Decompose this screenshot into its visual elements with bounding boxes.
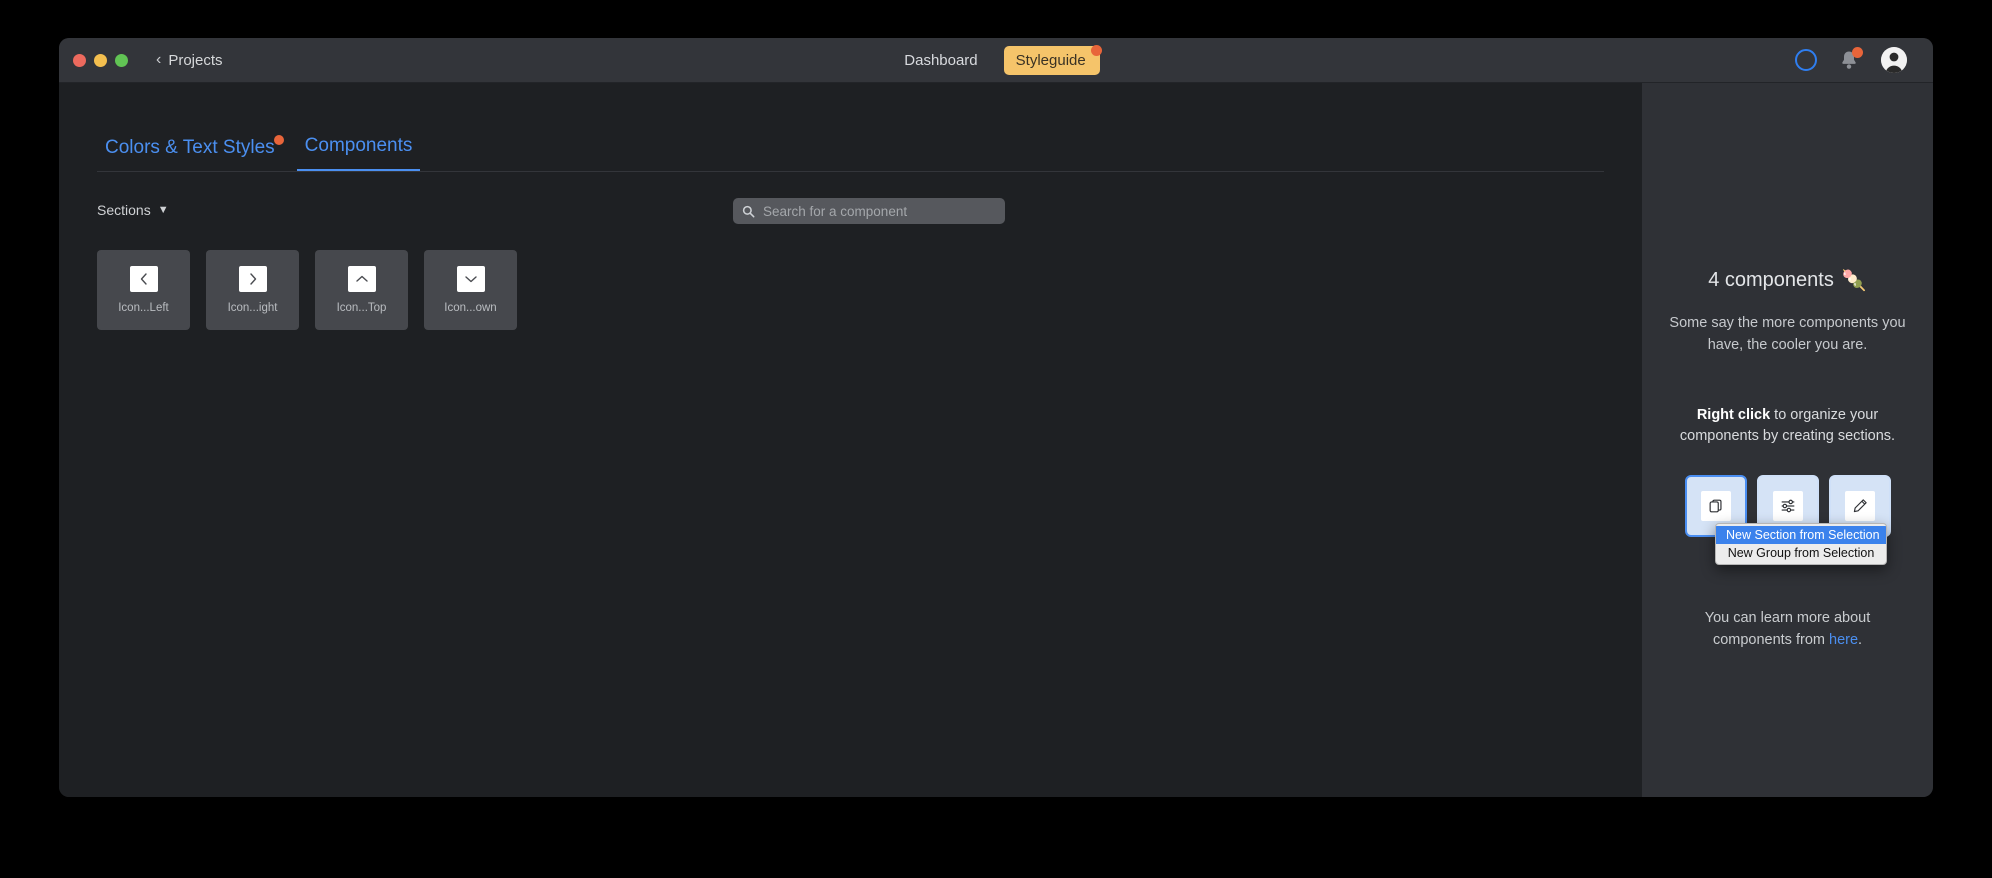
nav-tabs: Dashboard Styleguide (59, 38, 1933, 82)
title-bar-actions (1795, 47, 1907, 73)
component-label: Icon...own (444, 302, 497, 314)
chevron-left-icon: ‹ (156, 51, 162, 68)
maximize-button[interactable] (115, 53, 128, 67)
search-input[interactable]: Search for a component (733, 198, 1005, 224)
nav-tab-styleguide[interactable]: Styleguide (1003, 44, 1102, 75)
component-thumbnail (456, 266, 485, 292)
component-card-icon-top[interactable]: Icon...Top (315, 250, 408, 330)
sliders-icon (1781, 499, 1794, 513)
component-thumbnail (347, 266, 376, 292)
sections-dropdown[interactable]: Sections ▼ (97, 202, 169, 218)
styleguide-tabs: Colors & Text Styles Components (97, 135, 1604, 172)
search-icon (742, 205, 755, 217)
component-count-text: 4 components (1708, 269, 1834, 291)
dango-emoji-icon: 🍡 (1841, 270, 1867, 292)
component-card-icon-left[interactable]: Icon...Left (97, 250, 190, 330)
colors-tab-badge-dot (273, 135, 284, 145)
nav-tab-dashboard[interactable]: Dashboard (892, 46, 989, 75)
search-placeholder: Search for a component (763, 203, 908, 219)
right-click-hint-strong: Right click (1696, 406, 1771, 423)
title-bar: ‹ Projects Dashboard Styleguide (59, 38, 1933, 83)
chevron-down-icon: ▼ (157, 204, 169, 216)
chevron-right-icon (249, 273, 256, 285)
button-icon-chip (1844, 491, 1875, 521)
tab-colors-and-text-styles[interactable]: Colors & Text Styles (97, 135, 284, 171)
context-menu: New Section from Selection New Group fro… (1715, 523, 1887, 565)
chevron-down-icon (464, 276, 477, 283)
learn-more-link[interactable]: here (1829, 632, 1858, 648)
copy-icon (1709, 499, 1722, 513)
component-card-icon-down[interactable]: Icon...own (424, 250, 517, 330)
info-sidebar: 4 components 🍡 Some say the more compone… (1642, 83, 1933, 797)
nav-tab-styleguide-label: Styleguide (1015, 51, 1086, 69)
avatar-photo-icon (1881, 47, 1907, 73)
tab-colors-label: Colors & Text Styles (105, 137, 275, 158)
window-body: Colors & Text Styles Components Sections… (59, 83, 1933, 797)
chevron-up-icon (355, 275, 368, 282)
main-content: Colors & Text Styles Components Sections… (59, 83, 1642, 797)
back-label: Projects (168, 51, 223, 69)
sidebar-action-buttons: New Section from Selection New Group fro… (1666, 475, 1909, 565)
sync-ring-icon[interactable] (1795, 49, 1817, 71)
button-icon-chip (1700, 491, 1731, 521)
context-menu-item-new-section[interactable]: New Section from Selection (1716, 526, 1886, 544)
traffic-lights (73, 53, 128, 67)
component-thumbnail (238, 266, 267, 292)
tab-components-label: Components (304, 135, 413, 156)
component-label: Icon...Left (118, 302, 169, 314)
context-menu-item-new-group[interactable]: New Group from Selection (1716, 544, 1886, 562)
component-card-icon-right[interactable]: Icon...ight (206, 250, 299, 330)
right-click-hint: Right click to organize your components … (1666, 405, 1909, 449)
user-avatar[interactable] (1881, 47, 1907, 73)
learn-more-suffix: . (1858, 632, 1863, 649)
chevron-left-icon (140, 273, 147, 285)
component-count-subtitle: Some say the more components you have, t… (1669, 315, 1906, 353)
component-count-heading: 4 components 🍡 (1666, 268, 1909, 293)
pencil-icon (1853, 499, 1867, 513)
minimize-button[interactable] (94, 53, 107, 67)
component-thumbnail (129, 266, 158, 292)
desktop-background: ‹ Projects Dashboard Styleguide Colors &… (0, 0, 1992, 878)
styleguide-badge-dot (1090, 44, 1102, 56)
component-label: Icon...ight (227, 302, 278, 314)
close-button[interactable] (73, 53, 86, 67)
notification-badge-dot (1852, 47, 1863, 58)
back-to-projects[interactable]: ‹ Projects (156, 52, 223, 69)
components-grid: Icon...Left Icon...ight Icon...Top Icon.… (97, 250, 1642, 330)
notification-bell-button[interactable] (1837, 47, 1863, 72)
component-label: Icon...Top (336, 302, 387, 314)
button-icon-chip (1772, 491, 1803, 521)
app-window: ‹ Projects Dashboard Styleguide Colors &… (59, 38, 1933, 797)
learn-more-text: You can learn more about components from… (1666, 607, 1909, 652)
sections-dropdown-label: Sections (97, 202, 151, 218)
sidebar-inner: 4 components 🍡 Some say the more compone… (1642, 268, 1933, 652)
tab-components[interactable]: Components (296, 135, 421, 171)
nav-tab-dashboard-label: Dashboard (904, 51, 978, 69)
toolbar-row: Sections ▼ Search for a component (97, 198, 1604, 224)
